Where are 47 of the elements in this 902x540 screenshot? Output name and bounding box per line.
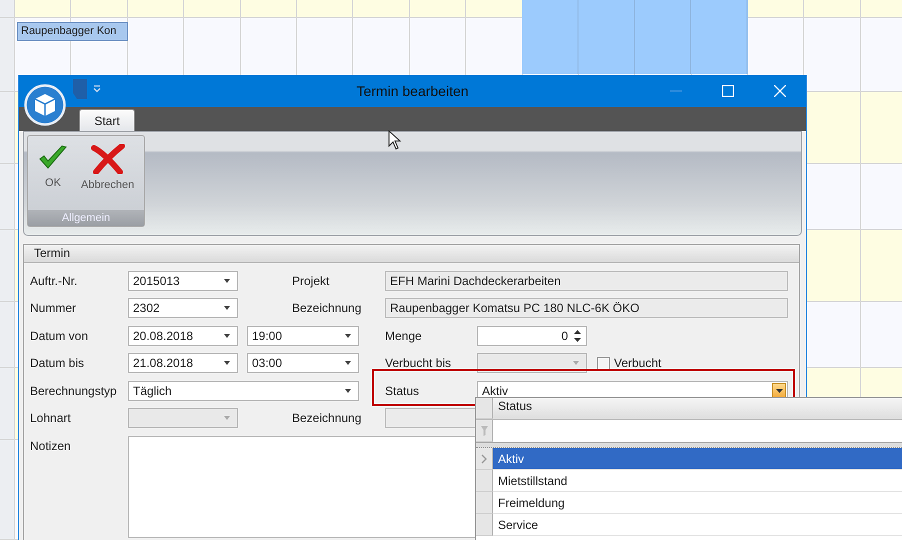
cross-icon xyxy=(90,144,126,174)
ribbon-tab[interactable]: Start xyxy=(79,109,135,131)
calendar-event[interactable]: Raupenbagger Kon xyxy=(17,22,128,41)
date-combo[interactable]: 20.08.2018 xyxy=(128,326,238,346)
order-number-combo[interactable]: 2015013 xyxy=(128,270,238,291)
checkbox-label: Verbucht xyxy=(614,356,662,370)
date-combo[interactable]: 21.08.2018 xyxy=(128,353,238,374)
project-field: EFH Marini Dachdeckerarbeiten xyxy=(385,270,788,291)
field-label: Projekt xyxy=(291,274,330,288)
field-label: Datum von xyxy=(30,328,90,343)
field-label: Nummer xyxy=(30,301,78,316)
column-header[interactable]: Status xyxy=(493,398,532,419)
billing-type-combo[interactable]: Täglich xyxy=(128,380,359,401)
number-combo[interactable]: 2302 xyxy=(128,298,238,318)
field-label: Lohnart xyxy=(30,411,72,426)
dropdown-option[interactable]: Service xyxy=(493,514,902,536)
dropdown-option[interactable]: Freimeldung xyxy=(493,492,902,514)
checkbox[interactable] xyxy=(597,356,610,370)
field-label: Status xyxy=(385,384,420,398)
time-combo[interactable]: 03:00 xyxy=(247,353,359,374)
field-label: Bezeichnung xyxy=(291,411,362,426)
field-label: Bezeichnung xyxy=(291,301,362,316)
panel-header: Termin xyxy=(24,245,799,263)
caret-icon xyxy=(776,388,782,393)
row-header-cell xyxy=(476,492,493,514)
field-label: Datum bis xyxy=(30,356,86,370)
quantity-spinner[interactable]: 0 xyxy=(477,326,587,346)
dropdown-button[interactable] xyxy=(772,382,786,399)
close-icon[interactable] xyxy=(774,85,786,97)
field-label: Verbucht bis xyxy=(385,356,452,370)
row-header-cell xyxy=(476,514,493,536)
field-label: Berechnungstyp xyxy=(30,384,118,398)
dropdown-option[interactable]: Mietstillstand xyxy=(493,470,902,492)
description-field: Raupenbagger Komatsu PC 180 NLC-6K ÖKO xyxy=(385,298,788,318)
time-combo[interactable]: 19:00 xyxy=(247,326,359,346)
window-title: Termin bearbeiten xyxy=(356,83,469,99)
row-indicator-icon xyxy=(481,454,487,464)
ok-button[interactable]: OK xyxy=(28,144,78,206)
spin-arrows-icon xyxy=(574,330,581,342)
maximize-icon[interactable] xyxy=(722,85,734,97)
dropdown-option[interactable]: Aktiv xyxy=(493,448,902,470)
field-label: Auftr.-Nr. xyxy=(30,274,78,288)
mouse-cursor-icon xyxy=(388,130,402,150)
field-label: Menge xyxy=(385,328,423,343)
cancel-button[interactable]: Abbrechen xyxy=(78,144,138,206)
group-label: Allgemein xyxy=(28,210,144,226)
field-label: Notizen xyxy=(30,438,72,453)
